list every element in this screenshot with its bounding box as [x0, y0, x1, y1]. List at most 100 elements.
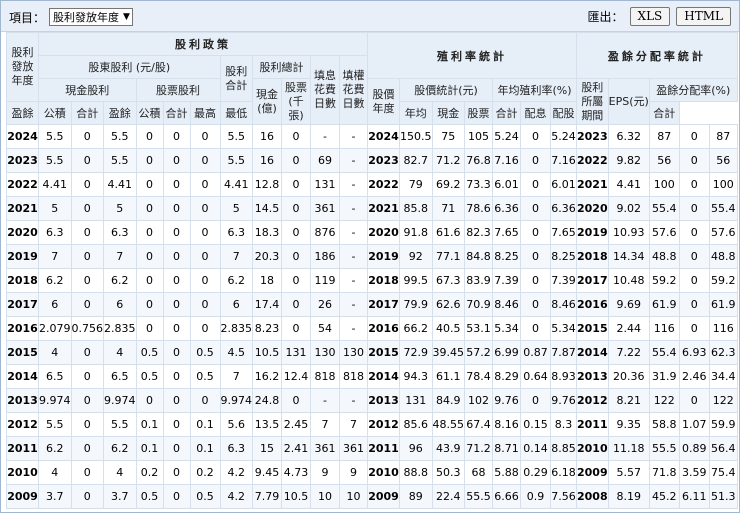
table-cell: 0: [162, 364, 191, 389]
table-cell: 122: [708, 388, 738, 413]
col-yield-total: 合計: [492, 101, 521, 125]
export-html-button[interactable]: HTML: [676, 7, 731, 26]
table-cell: 0: [678, 124, 710, 149]
table-cell: 0: [678, 244, 710, 269]
table-row: 2021 5 0 5 0 0 0 5 14.5 0 361-2021 85.8 71 78.6 6.36 0 6…: [6, 196, 738, 221]
table-cell: 57.2: [464, 340, 493, 365]
table-cell: 9.69: [607, 292, 650, 317]
col-price-low: 最低: [219, 101, 253, 125]
table-cell: -: [339, 316, 368, 341]
table-cell: 17.4: [252, 292, 282, 317]
table-cell: 0: [678, 268, 710, 293]
table-cell: 67.3: [431, 268, 465, 293]
table-cell: 2.835: [219, 316, 253, 341]
table-cell: 7: [38, 244, 72, 269]
table-cell: 0.5: [189, 364, 221, 389]
table-cell: 6.36: [492, 196, 521, 221]
table-cell: 56: [648, 148, 680, 173]
table-cell: 71.2: [464, 436, 493, 461]
table-cell: 16: [252, 124, 282, 149]
table-cell: 0: [281, 124, 311, 149]
table-cell: 78.6: [464, 196, 493, 221]
table-cell: 62.6: [431, 292, 465, 317]
table-row: 2018 6.2 0 6.2 0 0 0 6.2 18 0 119-2018 99.5 67.3 83.9…: [6, 268, 738, 293]
export-xls-button[interactable]: XLS: [629, 7, 671, 26]
header-avg-yield: 年均殖利率(%): [492, 78, 577, 102]
table-cell: 0: [520, 268, 551, 293]
table-cell: 2.835: [103, 316, 137, 341]
table-cell: 6.93: [678, 340, 710, 365]
table-cell: 4: [38, 340, 72, 365]
table-cell: 6.3: [219, 436, 253, 461]
table-cell: 12.8: [252, 172, 282, 197]
table-cell: 58.8: [648, 412, 680, 437]
table-cell: 0: [281, 196, 311, 221]
table-cell: 0: [70, 364, 104, 389]
table-cell: 4.5: [219, 340, 253, 365]
table-cell: 9.974: [38, 388, 72, 413]
table-cell: 10.48: [607, 268, 650, 293]
table-cell: 0: [520, 316, 551, 341]
table-cell: 0: [162, 244, 191, 269]
table-cell: -: [339, 172, 368, 197]
table-cell: 100: [648, 172, 680, 197]
table-cell: 0: [70, 412, 104, 437]
table-cell: 0: [520, 172, 551, 197]
table-cell: 818: [310, 364, 340, 389]
table-cell: 5.24: [492, 124, 521, 149]
table-cell: 2019: [576, 220, 609, 245]
table-cell: 0: [162, 436, 191, 461]
table-cell: 0: [135, 196, 164, 221]
table-row: 2020 6.3 0 6.3 0 0 0 6.3 18.3 0 876-2020 91.8 61.6 82…: [6, 220, 738, 245]
table-cell: 4.41: [38, 172, 72, 197]
table-cell: 9.76: [550, 388, 577, 413]
table-cell: 5.5: [103, 124, 137, 149]
col-payout-cash: 配息: [520, 101, 551, 125]
table-cell: 51.3: [708, 484, 738, 509]
table-cell: 22.4: [431, 484, 465, 509]
table-cell: 0: [70, 196, 104, 221]
table-cell: 2009: [576, 460, 609, 485]
table-cell: 0: [135, 220, 164, 245]
table-cell: 4: [38, 460, 72, 485]
table-cell: 0: [678, 196, 710, 221]
table-cell: 0.1: [135, 412, 164, 437]
table-cell: 0.15: [520, 412, 551, 437]
table-cell: 56.4: [708, 436, 738, 461]
table-cell: 55.5: [648, 436, 680, 461]
table-cell: 0: [70, 436, 104, 461]
table-cell: 8.46: [492, 292, 521, 317]
table-cell: 0: [189, 316, 221, 341]
table-cell: 0.5: [189, 340, 221, 365]
table-cell: 8.46: [550, 292, 577, 317]
table-cell: 5.5: [219, 148, 253, 173]
table-cell: 2015: [576, 316, 609, 341]
table-cell: 2013: [367, 388, 400, 413]
table-cell: 12.4: [281, 364, 311, 389]
table-cell: 7: [310, 412, 340, 437]
table-cell: 75.4: [708, 460, 738, 485]
table-cell: 6.36: [550, 196, 577, 221]
table-cell: 15: [252, 436, 282, 461]
table-cell: 0: [281, 172, 311, 197]
table-cell: 66.2: [399, 316, 433, 341]
table-cell: 0: [520, 244, 551, 269]
table-cell: 0: [70, 388, 104, 413]
table-cell: -: [339, 124, 368, 149]
table-cell: 94.3: [399, 364, 433, 389]
table-cell: 55.4: [708, 196, 738, 221]
table-cell: 5.5: [38, 124, 72, 149]
table-cell: 5.5: [103, 412, 137, 437]
table-cell: 5.34: [550, 316, 577, 341]
header-cash-dividend: 現金股利: [38, 78, 137, 102]
table-cell: 14.5: [252, 196, 282, 221]
table-cell: 0: [70, 340, 104, 365]
table-cell: 20.3: [252, 244, 282, 269]
table-cell: 8.25: [492, 244, 521, 269]
col-stock-total: 合計: [162, 101, 191, 125]
item-select[interactable]: 股利發放年度 ▼: [49, 8, 133, 26]
table-cell: -: [339, 148, 368, 173]
table-cell: 87: [648, 124, 680, 149]
table-cell: 0: [135, 388, 164, 413]
table-cell: 0: [162, 460, 191, 485]
